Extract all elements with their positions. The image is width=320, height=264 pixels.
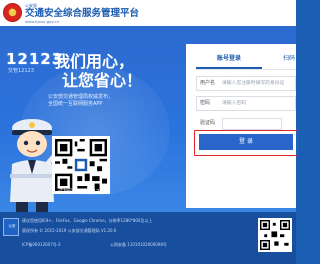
- footer-public-security-record[interactable]: 公网安备 11010102000098号: [110, 242, 167, 247]
- password-row: 密码: [196, 96, 296, 111]
- app-logo-subtitle: 交管12123: [8, 68, 34, 74]
- captcha-input[interactable]: [222, 118, 282, 130]
- username-row: 用户名: [196, 76, 296, 91]
- captcha-label: 验证码: [200, 120, 216, 126]
- site-header: 公安部 交通安全综合服务管理平台 www.bjxxx.gov.cn: [0, 0, 296, 26]
- site-title: 交通安全综合服务管理平台: [25, 8, 140, 19]
- login-panel: 账号登录 扫码 用户名 密码 验证码 登 录: [186, 44, 298, 208]
- tab-scan-login[interactable]: 扫码: [274, 50, 304, 68]
- qr-caption: 请扫码下载交管12123: [58, 189, 109, 195]
- tab-divider: [196, 69, 296, 70]
- site-footer: 公安 建议您使用IE9+、FireFox、Google Chrome，分辨率12…: [0, 212, 296, 264]
- username-label: 用户名: [200, 80, 216, 86]
- qr-code-icon: [55, 139, 107, 191]
- badge-text: 公安: [8, 224, 16, 228]
- description-line-1: 公安部交通管理局权威发布，: [48, 94, 114, 100]
- footer-copyright: 版权所有 © 2015-2019 公安部交通管理局 V1.20.0: [22, 228, 117, 233]
- username-input[interactable]: [222, 78, 296, 89]
- slogan-line-1: 我们用心，: [54, 52, 135, 71]
- footer-browser-note: 建议您使用IE9+、FireFox、Google Chrome，分辨率1280*…: [22, 218, 153, 223]
- password-label: 密码: [200, 100, 211, 106]
- description-line-2: 全国统一互联网服务APP: [48, 101, 103, 107]
- password-input[interactable]: [222, 98, 296, 109]
- slogan-line-2: 让您省心！: [62, 71, 143, 90]
- police-badge-icon: 公安: [3, 218, 19, 236]
- captcha-row: 验证码: [196, 116, 296, 131]
- header-url: www.bjxxx.gov.cn: [25, 19, 59, 24]
- police-emblem-logo: [3, 3, 22, 22]
- footer-icp[interactable]: ICP备06012607号-2: [22, 242, 61, 247]
- footer-qr-icon: [260, 220, 290, 250]
- login-button[interactable]: 登 录: [199, 134, 293, 150]
- footer-qr-code: [258, 218, 292, 252]
- tab-account-login[interactable]: 账号登录: [196, 50, 262, 68]
- app-download-qr-code: [52, 136, 110, 194]
